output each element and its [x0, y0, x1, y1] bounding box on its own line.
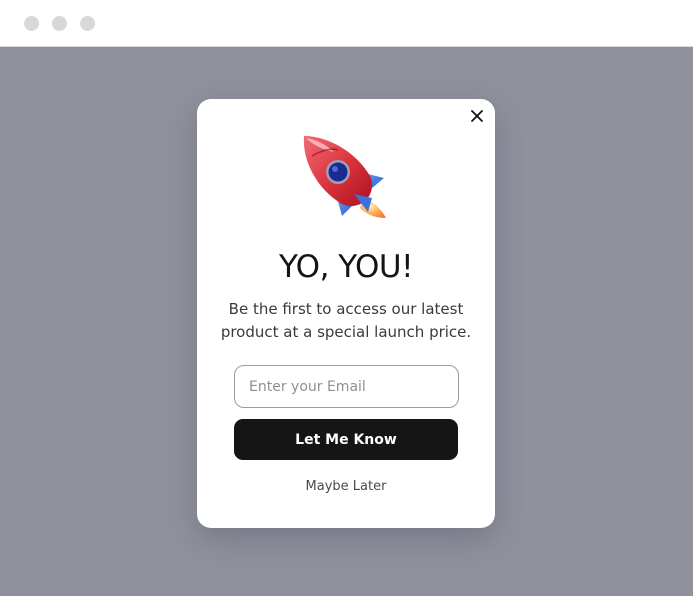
maybe-later-link[interactable]: Maybe Later — [197, 479, 495, 494]
window-titlebar — [0, 0, 693, 47]
email-input[interactable] — [234, 365, 459, 408]
popup-description: Be the first to access our latest produc… — [220, 300, 472, 341]
close-icon — [471, 110, 483, 122]
window-control-dot[interactable] — [80, 16, 95, 31]
window-control-dot[interactable] — [24, 16, 39, 31]
rocket-icon — [303, 136, 386, 218]
browser-window: YO, YOU! Be the first to access our late… — [0, 0, 693, 596]
window-control-dot[interactable] — [52, 16, 67, 31]
let-me-know-button[interactable]: Let Me Know — [234, 419, 458, 460]
popup-headline: YO, YOU! — [278, 249, 414, 285]
close-button[interactable] — [467, 106, 487, 126]
signup-popup: YO, YOU! Be the first to access our late… — [197, 99, 495, 528]
